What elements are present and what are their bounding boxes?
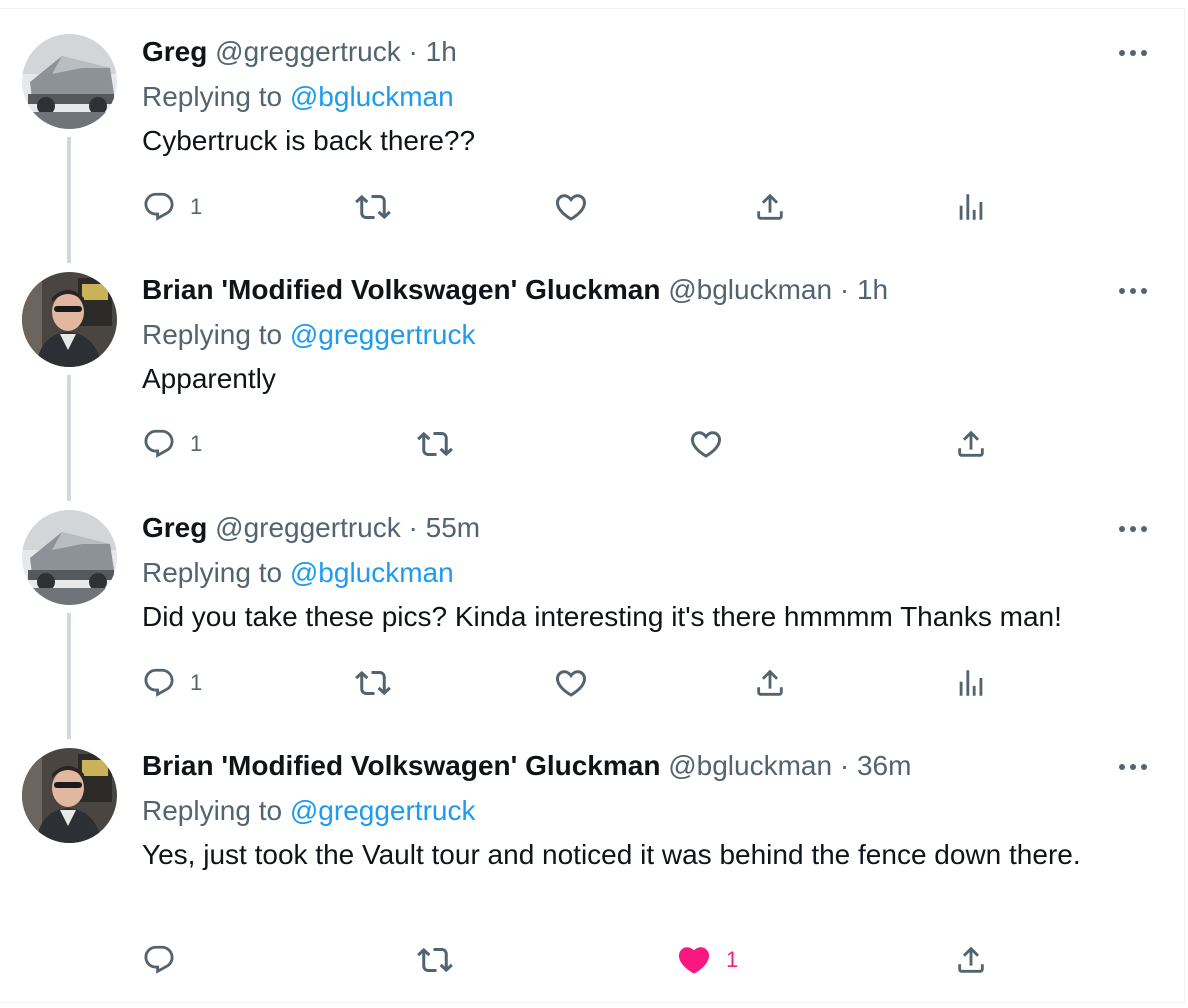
display-name[interactable]: Greg xyxy=(142,36,207,67)
more-options-icon[interactable] xyxy=(1116,281,1150,301)
reply-button[interactable]: 1 xyxy=(142,663,202,703)
replying-to: Replying to @greggertruck xyxy=(142,794,475,828)
timestamp[interactable]: · 36m xyxy=(840,750,912,781)
share-icon xyxy=(753,190,787,224)
tweet-text: Yes, just took the Vault tour and notice… xyxy=(142,839,1081,870)
replying-to: Replying to @bgluckman xyxy=(142,556,454,590)
tweet-header: Greg @greggertruck · 55m xyxy=(142,511,480,545)
analytics-icon xyxy=(954,190,988,224)
reply-button[interactable]: 1 xyxy=(142,424,202,464)
tweet-text: Cybertruck is back there?? xyxy=(142,125,476,156)
like-icon xyxy=(688,426,724,462)
more-options-icon[interactable] xyxy=(1116,43,1150,63)
reply-button[interactable] xyxy=(142,940,176,980)
display-name[interactable]: Brian 'Modified Volkswagen' Gluckman xyxy=(142,750,660,781)
tweet-header: Greg @greggertruck · 1h xyxy=(142,35,457,69)
replying-to-label: Replying to xyxy=(142,319,283,350)
share-icon xyxy=(954,427,988,461)
reply-icon xyxy=(142,943,176,977)
avatar[interactable] xyxy=(22,510,117,605)
display-name[interactable]: Brian 'Modified Volkswagen' Gluckman xyxy=(142,274,660,305)
like-button[interactable] xyxy=(553,663,589,703)
mention-link[interactable]: @bgluckman xyxy=(290,557,454,588)
tweet-text: Apparently xyxy=(142,363,276,394)
tweet-text: Did you take these pics? Kinda interesti… xyxy=(142,601,1062,632)
replying-to: Replying to @bgluckman xyxy=(142,80,454,114)
reply-count: 1 xyxy=(190,194,203,219)
share-button[interactable] xyxy=(954,940,988,980)
timestamp[interactable]: · 55m xyxy=(409,512,481,543)
like-button[interactable]: 1 xyxy=(676,940,738,980)
like-filled-icon xyxy=(676,942,712,978)
share-button[interactable] xyxy=(954,424,988,464)
replying-to: Replying to @greggertruck xyxy=(142,318,475,352)
reply-count: 1 xyxy=(190,670,203,695)
reply-icon xyxy=(142,427,176,461)
timestamp[interactable]: · 1h xyxy=(409,36,457,67)
like-icon xyxy=(553,665,589,701)
more-options-icon[interactable] xyxy=(1116,757,1150,777)
replying-to-label: Replying to xyxy=(142,795,283,826)
avatar[interactable] xyxy=(22,34,117,129)
retweet-button[interactable] xyxy=(355,663,391,703)
share-button[interactable] xyxy=(753,663,787,703)
person-avatar-image xyxy=(22,272,117,367)
tweet-header: Brian 'Modified Volkswagen' Gluckman @bg… xyxy=(142,749,911,783)
share-icon xyxy=(954,943,988,977)
like-button[interactable] xyxy=(553,187,589,227)
handle[interactable]: @bgluckman xyxy=(668,750,832,781)
avatar[interactable] xyxy=(22,272,117,367)
person-avatar-image xyxy=(22,748,117,843)
reply-count: 1 xyxy=(190,431,203,456)
retweet-icon xyxy=(417,942,453,978)
timestamp[interactable]: · 1h xyxy=(840,274,888,305)
replying-to-label: Replying to xyxy=(142,81,283,112)
like-count: 1 xyxy=(726,947,739,972)
cybertruck-avatar-image xyxy=(22,34,117,129)
thread-line xyxy=(67,613,71,739)
thread-line xyxy=(67,137,71,263)
mention-link[interactable]: @greggertruck xyxy=(290,319,476,350)
handle[interactable]: @greggertruck xyxy=(215,512,401,543)
replying-to-label: Replying to xyxy=(142,557,283,588)
reply-icon xyxy=(142,190,176,224)
avatar[interactable] xyxy=(22,748,117,843)
share-icon xyxy=(753,666,787,700)
tweet-header: Brian 'Modified Volkswagen' Gluckman @bg… xyxy=(142,273,888,307)
handle[interactable]: @bgluckman xyxy=(668,274,832,305)
more-options-icon[interactable] xyxy=(1116,519,1150,539)
cybertruck-avatar-image xyxy=(22,510,117,605)
retweet-icon xyxy=(355,189,391,225)
analytics-icon xyxy=(954,666,988,700)
like-button[interactable] xyxy=(688,424,724,464)
handle[interactable]: @greggertruck xyxy=(215,36,401,67)
retweet-button[interactable] xyxy=(417,940,453,980)
retweet-icon xyxy=(417,426,453,462)
like-icon xyxy=(553,189,589,225)
display-name[interactable]: Greg xyxy=(142,512,207,543)
analytics-button[interactable] xyxy=(954,187,988,227)
reply-button[interactable]: 1 xyxy=(142,187,202,227)
mention-link[interactable]: @bgluckman xyxy=(290,81,454,112)
retweet-icon xyxy=(355,665,391,701)
mention-link[interactable]: @greggertruck xyxy=(290,795,476,826)
analytics-button[interactable] xyxy=(954,663,988,703)
thread-line xyxy=(67,375,71,501)
retweet-button[interactable] xyxy=(417,424,453,464)
reply-icon xyxy=(142,666,176,700)
share-button[interactable] xyxy=(753,187,787,227)
retweet-button[interactable] xyxy=(355,187,391,227)
